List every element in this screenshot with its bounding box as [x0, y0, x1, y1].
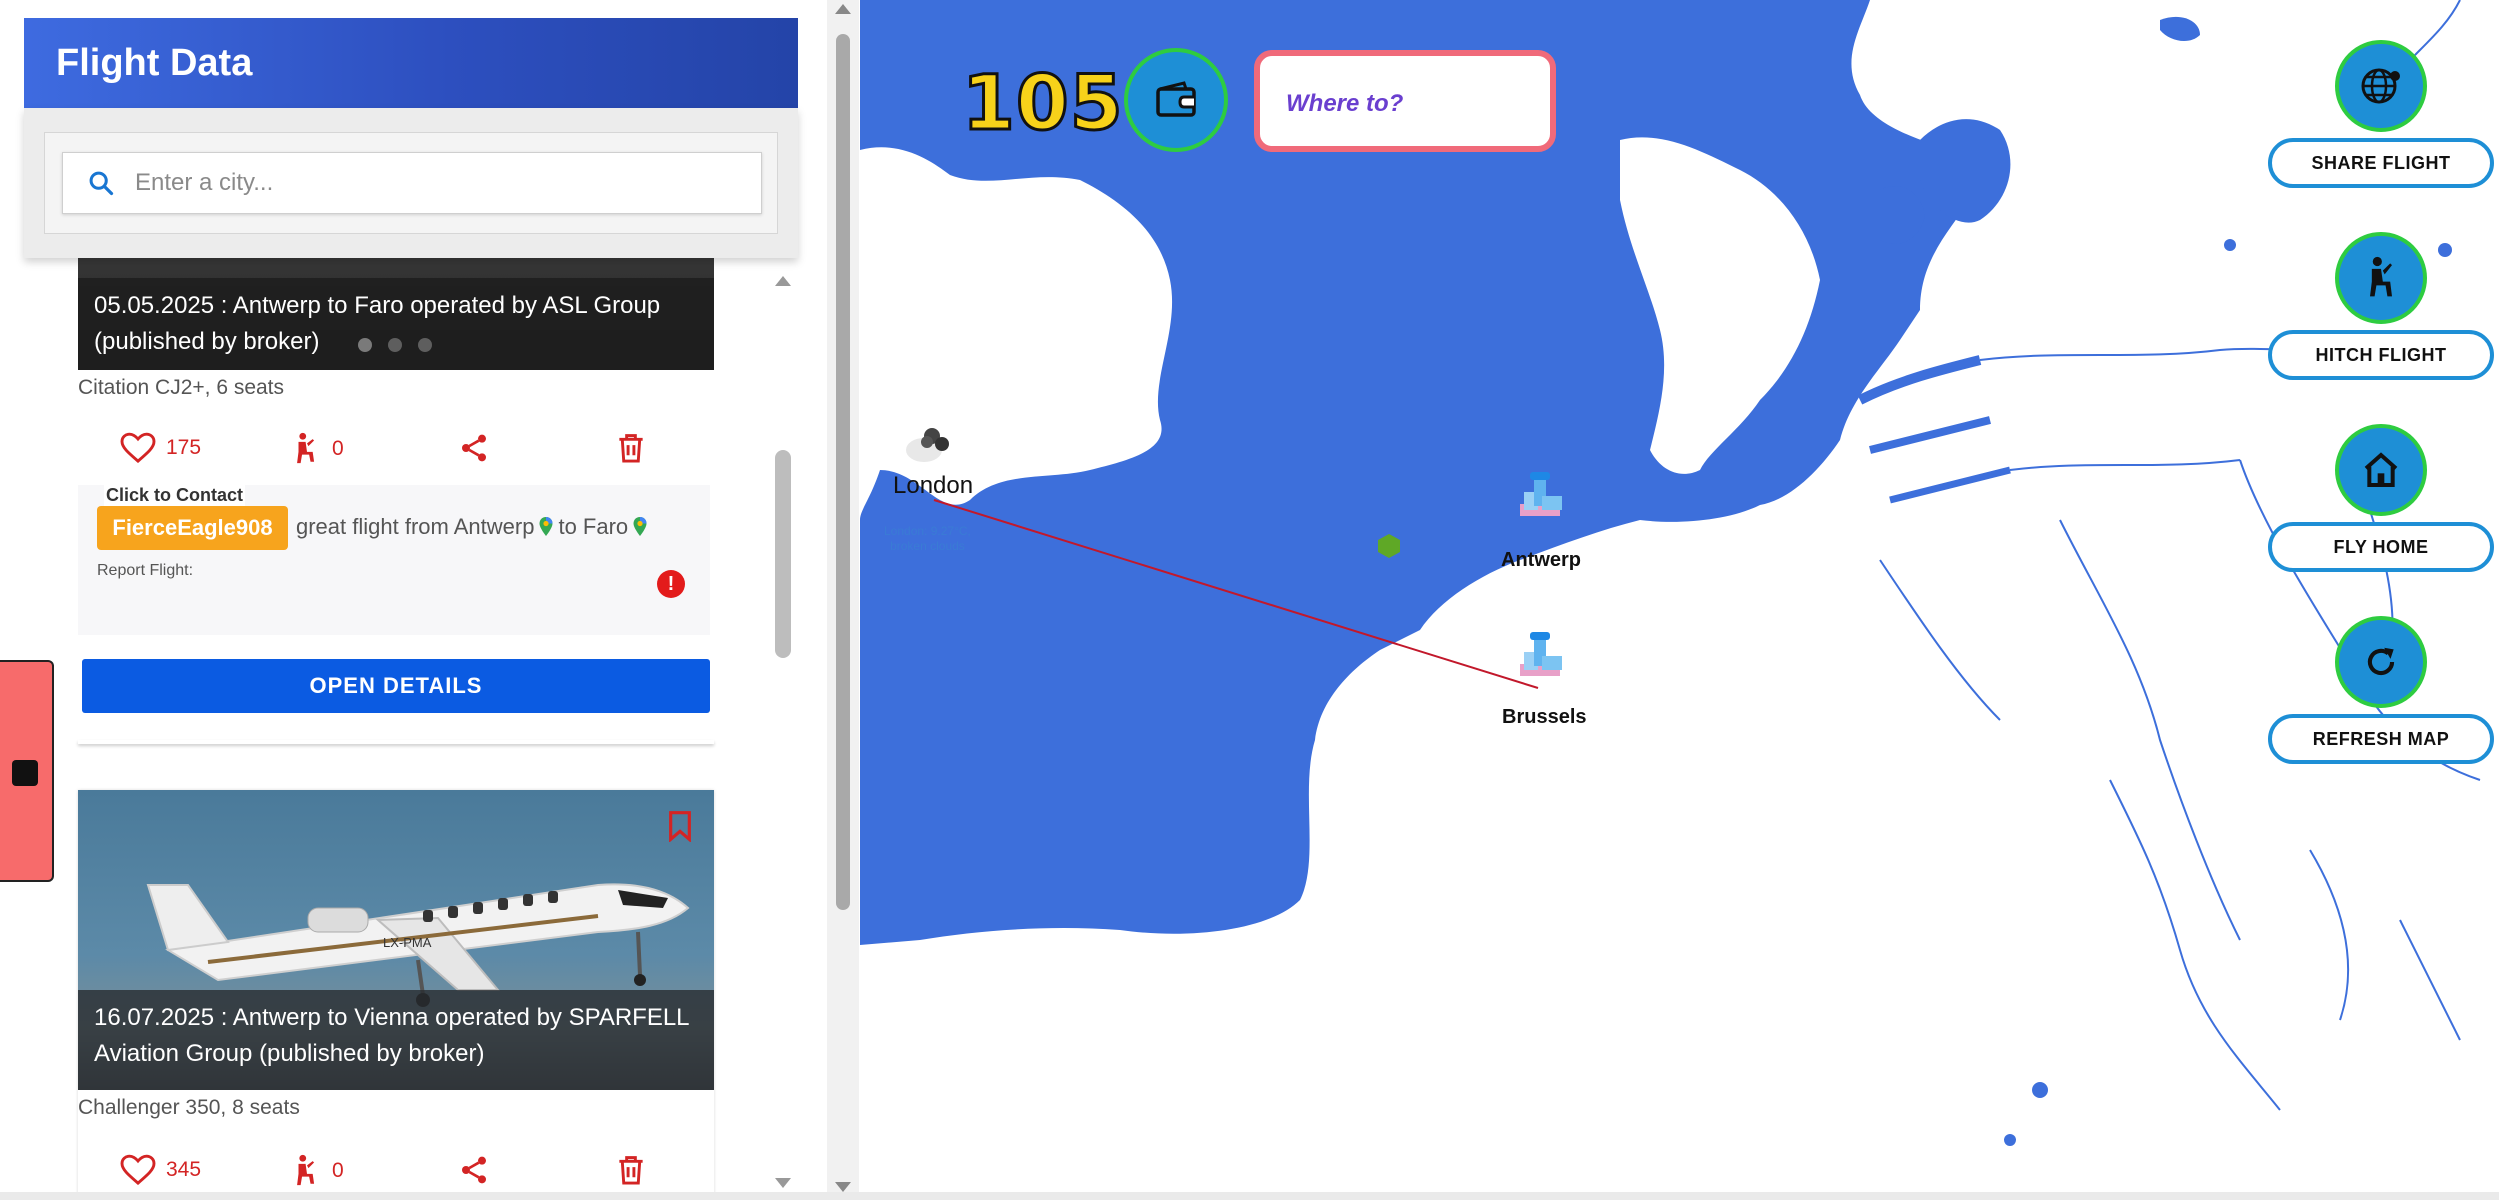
side-drawer-tab[interactable]: [0, 660, 54, 882]
carousel-dot[interactable]: [388, 338, 402, 352]
share-icon: [462, 1156, 486, 1184]
aircraft-info: Challenger 350, 8 seats: [78, 1096, 300, 1119]
weather-line: London: 9.27°C,: [884, 524, 971, 538]
wallet-button[interactable]: [1124, 48, 1228, 152]
wallet-icon: [1156, 81, 1196, 117]
message-part: great flight from Antwerp: [296, 514, 535, 539]
airport-icon[interactable]: [1510, 468, 1568, 526]
flight-caption: 16.07.2025 : Antwerp to Vienna operated …: [78, 990, 714, 1090]
hitchhike-icon: [297, 432, 315, 464]
scheldt-estuary: [1889, 466, 2011, 504]
scroll-thumb[interactable]: [836, 34, 850, 910]
lake: [2438, 243, 2452, 257]
flight-card: LX-PMA 16.07.2025 : Antwerp to Vienna op…: [78, 790, 714, 1200]
bottom-edge: [0, 1192, 2499, 1200]
globe-share-icon: [2361, 68, 2400, 104]
hitchhike-icon: [2370, 256, 2392, 297]
bookmark-icon[interactable]: [666, 810, 694, 842]
scroll-up-arrow[interactable]: [835, 4, 851, 14]
hitch-count: 0: [332, 1159, 344, 1182]
carousel-dots: [358, 338, 432, 352]
map-pin-icon: [633, 517, 647, 536]
search-icon: [89, 171, 114, 196]
airport-icon[interactable]: [1510, 628, 1568, 686]
carousel-dot[interactable]: [358, 338, 372, 352]
refresh-icon: [2367, 647, 2395, 676]
message-part: to Faro: [558, 514, 629, 539]
lake: [2004, 1134, 2016, 1146]
city-search-input[interactable]: [135, 169, 735, 197]
scroll-up-arrow[interactable]: [775, 276, 791, 286]
refresh-map-round-button[interactable]: [2335, 616, 2427, 708]
plane-ticket-icon: [12, 760, 38, 786]
open-details-button[interactable]: OPEN DETAILS: [82, 659, 710, 713]
london-weather: London: 9.27°C, broken clouds: [884, 524, 971, 554]
fly-home-button[interactable]: FLY HOME: [2268, 522, 2494, 572]
city-label-antwerp: Antwerp: [1501, 549, 1581, 571]
map-canvas: [860, 0, 2481, 1146]
hitch-count-button[interactable]: 0: [292, 1154, 344, 1188]
heart-icon: [120, 1154, 156, 1186]
search-field[interactable]: [62, 152, 762, 214]
report-flight-label: Report Flight:: [97, 562, 194, 579]
aircraft-info: Citation CJ2+, 6 seats: [78, 376, 285, 399]
weather-line: broken clouds: [890, 539, 965, 553]
refresh-map-button[interactable]: REFRESH MAP: [2268, 714, 2494, 764]
lake: [2224, 239, 2236, 251]
share-button[interactable]: [458, 432, 490, 464]
flight-caption: 05.05.2025 : Antwerp to Faro operated by…: [78, 278, 714, 370]
share-flight-button[interactable]: SHARE FLIGHT: [2268, 138, 2494, 188]
like-button[interactable]: 345: [120, 1154, 201, 1186]
map-view[interactable]: London London: 9.27°C, broken clouds Ant…: [860, 0, 2499, 1195]
carousel-dot[interactable]: [418, 338, 432, 352]
destination-field[interactable]: [1254, 50, 1556, 152]
fly-home-round-button[interactable]: [2335, 424, 2427, 516]
map-pin-icon: [539, 517, 553, 536]
city-label-brussels: Brussels: [1502, 706, 1587, 728]
click-to-contact-label: Click to Contact: [104, 485, 246, 506]
destination-input[interactable]: [1286, 90, 1526, 118]
card-bottom-edge: [78, 740, 714, 744]
trash-icon: [619, 434, 643, 463]
tail-number: LX-PMA: [383, 935, 432, 950]
like-count: 175: [166, 436, 202, 459]
share-flight-round-button[interactable]: [2335, 40, 2427, 132]
report-alert-icon[interactable]: !: [657, 570, 685, 598]
user-badge[interactable]: FierceEagle908: [97, 506, 288, 550]
like-button[interactable]: 175: [120, 432, 201, 464]
coin-balance: 105: [961, 57, 1125, 149]
left-panel: 05.05.2025 : Antwerp to Faro operated by…: [0, 0, 860, 1200]
city-label-london: London: [893, 472, 974, 499]
delete-button[interactable]: [616, 1154, 646, 1186]
contact-message: great flight from Antwerp to Faro: [296, 514, 652, 540]
trash-icon: [619, 1156, 643, 1185]
share-icon: [462, 434, 486, 462]
card-actions: 175 0: [78, 432, 714, 476]
list-scrollbar[interactable]: [770, 268, 796, 1200]
scroll-down-arrow[interactable]: [775, 1178, 791, 1188]
panel-scrollbar[interactable]: [827, 0, 859, 1200]
hitch-flight-button[interactable]: HITCH FLIGHT: [2268, 330, 2494, 380]
hex-marker-icon[interactable]: [1376, 533, 1402, 559]
hitch-count-button[interactable]: 0: [292, 432, 344, 466]
share-button[interactable]: [458, 1154, 490, 1186]
scroll-thumb[interactable]: [775, 450, 791, 658]
lake: [2032, 1082, 2048, 1098]
hitch-flight-round-button[interactable]: [2335, 232, 2427, 324]
scroll-down-arrow[interactable]: [835, 1182, 851, 1192]
hitch-count: 0: [332, 437, 344, 460]
cloud-icon: [906, 428, 949, 462]
hitchhike-icon: [297, 1154, 315, 1186]
delete-button[interactable]: [616, 432, 646, 464]
like-count: 345: [166, 1158, 202, 1181]
home-icon: [2364, 452, 2398, 487]
heart-icon: [120, 432, 156, 464]
wadden-islands: [1940, 6, 2350, 98]
scheldt-estuary: [1869, 416, 1991, 454]
panel-title: Flight Data: [24, 18, 798, 108]
